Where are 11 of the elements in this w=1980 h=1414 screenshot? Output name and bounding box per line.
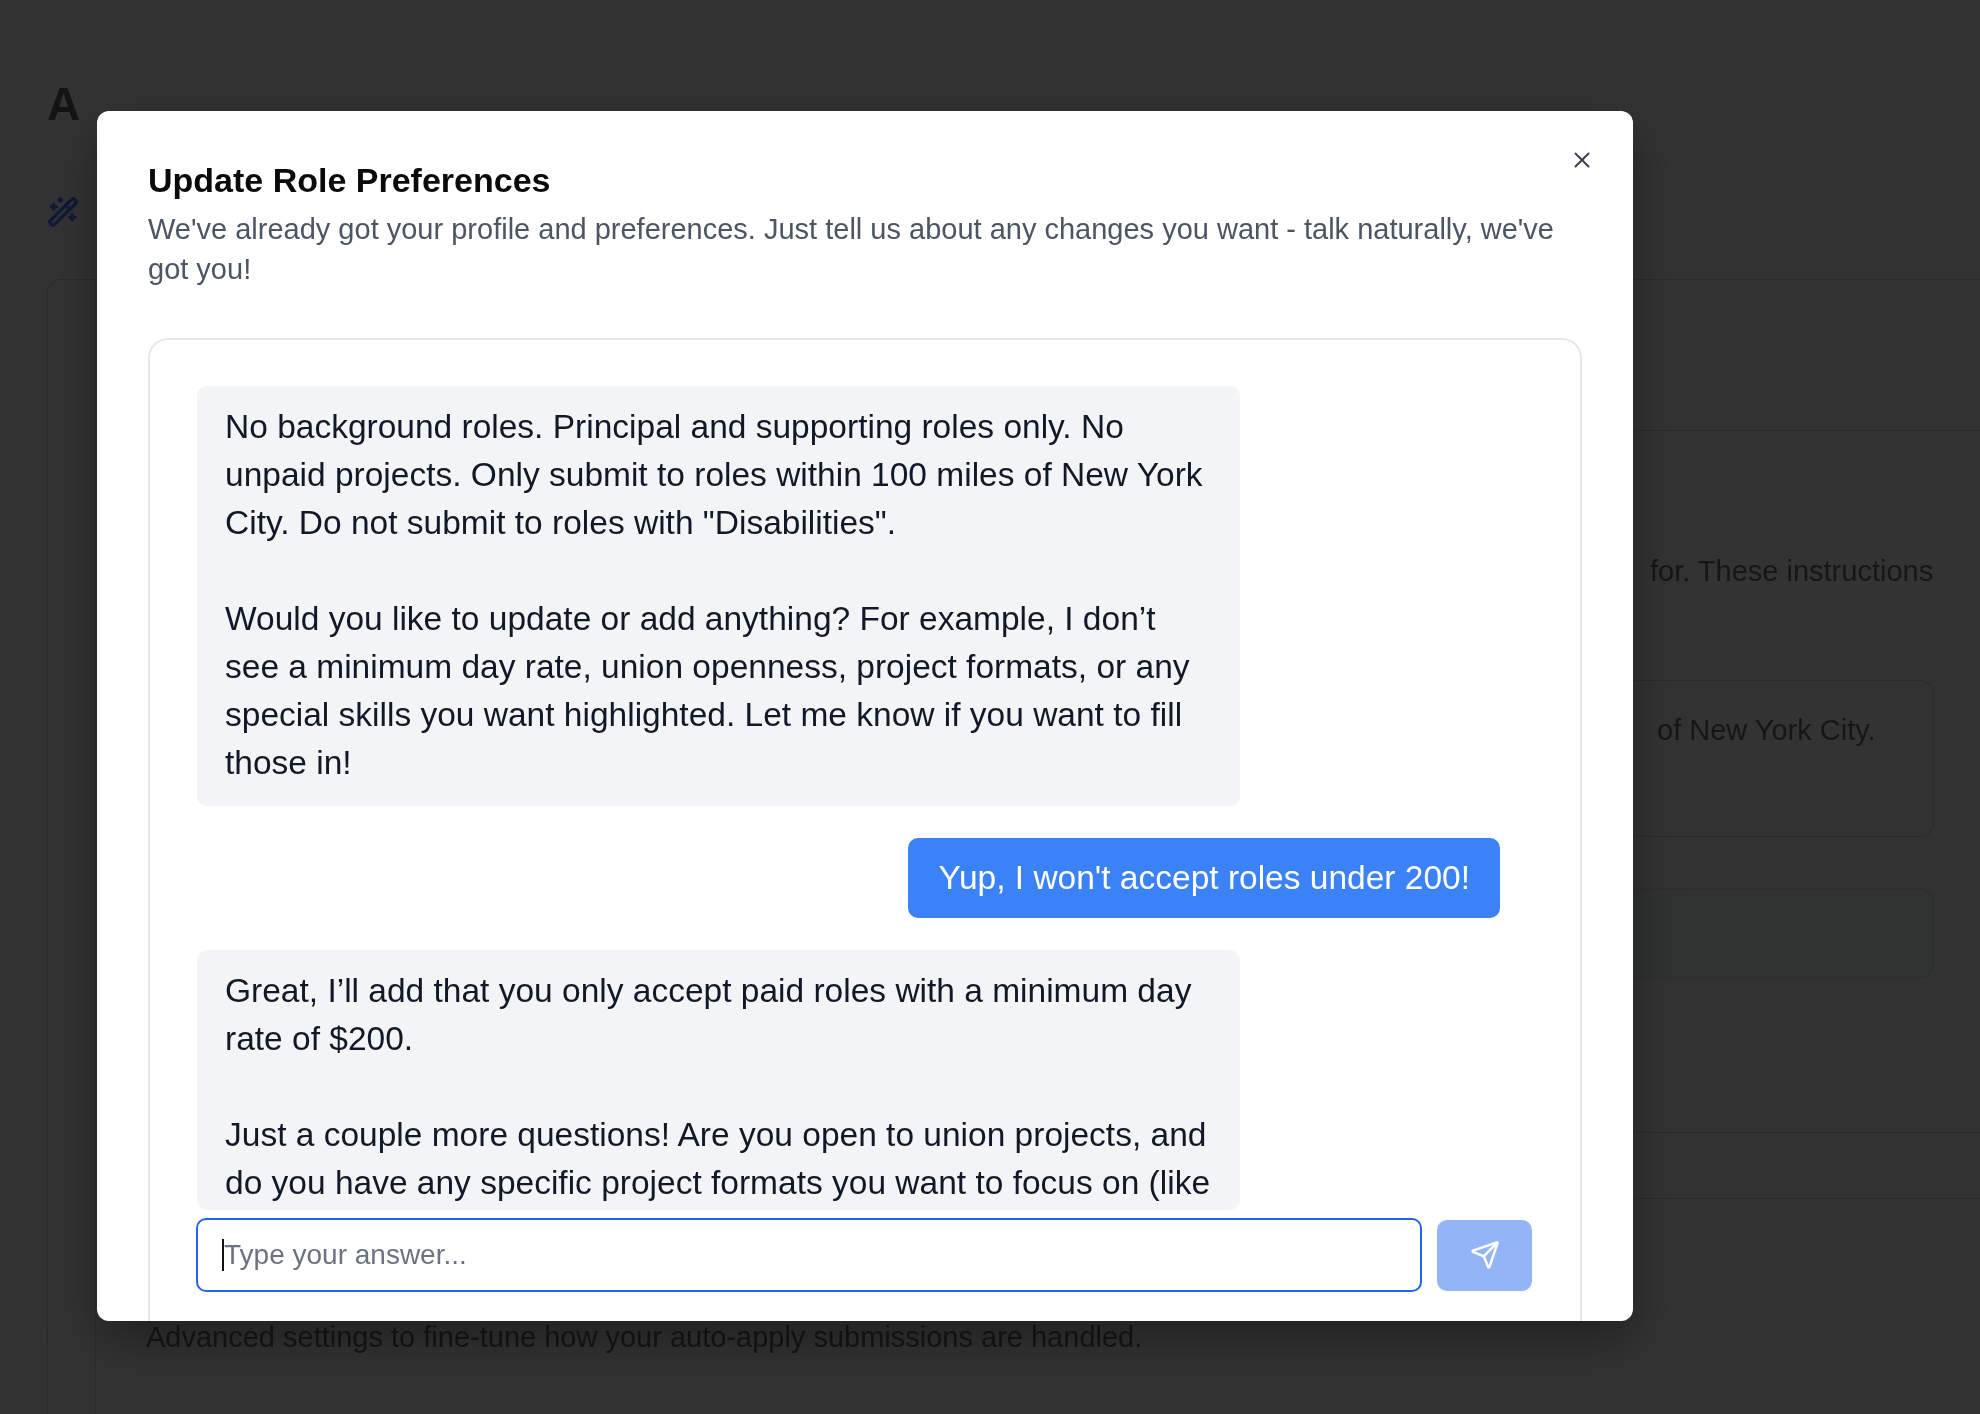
text-cursor-icon — [222, 1239, 224, 1271]
message-text: Just a couple more questions! Are you open to union projects, and do you have any specific project formats you want to focus on (like — [225, 1115, 1212, 1203]
message-text: Great, I’ll add that you only accept paid roles with a minimum day rate of $200. — [225, 971, 1193, 1059]
send-icon — [1469, 1240, 1500, 1270]
message-text: No background roles. Principal and supporting roles only. No unpaid projects. Only submit to roles within 100 miles of New York City. Do not submit to roles with "Disabilities". — [225, 407, 1204, 543]
answer-input[interactable]: Type your answer... — [196, 1218, 1422, 1292]
message-text: Would you like to update or add anything? For example, I don’t see a minimum day rate, union openness, project formats, or any special skills you want highlighted. Let me know if you want to fill those in! — [225, 599, 1191, 783]
message-text: Yup, I won't accept roles under 200! — [938, 858, 1470, 898]
dialog-description: We've already got your profile and preferences. Just tell us about any changes you want - talk naturally, we've got you! — [148, 212, 1555, 287]
dialog-title: Update Role Preferences — [148, 160, 551, 200]
magic-wand-icon — [47, 196, 79, 228]
